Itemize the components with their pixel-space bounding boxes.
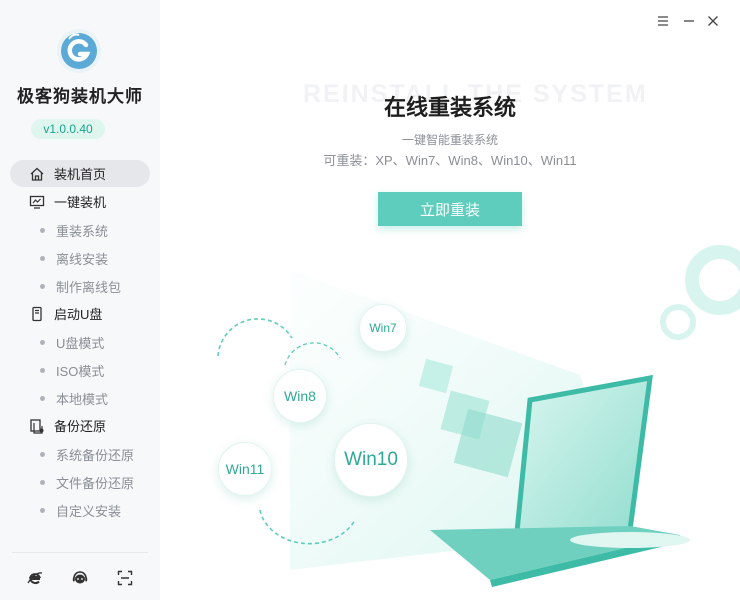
sidebar-item-label: 备份还原 [54,419,107,434]
browser-icon[interactable] [25,568,45,588]
sidebar-divider [12,552,148,553]
sidebar-item-backup-restore[interactable]: 备份还原 [10,412,150,439]
sidebar-subitem-reinstall-system[interactable]: 重装系统 [40,219,108,241]
os-bubble-win8: Win8 [273,369,327,423]
sidebar: 极客狗装机大师 v1.0.0.40 装机首页 一键装机 重装系统 离线安装 制作… [0,0,160,600]
sidebar-item-home[interactable]: 装机首页 [10,160,150,187]
sidebar-item-label: 一键装机 [54,195,107,210]
sidebar-subitem-offline-install[interactable]: 离线安装 [40,247,108,269]
page-title: 在线重装系统 [383,95,516,120]
minimize-icon[interactable] [682,14,696,28]
sidebar-subitem-system-backup[interactable]: 系统备份还原 [40,443,134,465]
sidebar-item-label: 装机首页 [54,167,107,182]
monitor-icon [28,193,46,211]
sidebar-subitem-custom-install[interactable]: 自定义安装 [40,499,121,521]
sidebar-subitem-local-mode[interactable]: 本地模式 [40,387,108,409]
chat-support-icon[interactable] [70,568,90,588]
app-logo-icon [57,29,101,73]
sidebar-item-one-click-install[interactable]: 一键装机 [10,188,150,215]
app-name: 极客狗装机大师 [17,87,143,106]
supported-systems-text: 可重装：XP、Win7、Win8、Win10、Win11 [323,153,577,168]
sidebar-item-boot-usb[interactable]: 启动U盘 [10,300,150,327]
usb-drive-icon [28,305,46,323]
scan-icon[interactable] [115,568,135,588]
sidebar-subitem-usb-mode[interactable]: U盘模式 [40,331,104,353]
os-bubble-win10: Win10 [334,423,408,497]
reinstall-now-button[interactable]: 立即重装 [378,192,522,226]
os-bubble-win7: Win7 [359,304,407,352]
home-icon [28,165,46,183]
backup-icon [28,417,46,435]
sidebar-subitem-file-backup[interactable]: 文件备份还原 [40,471,134,493]
laptop-illustration [217,245,740,587]
os-bubble-win11: Win11 [218,442,272,496]
close-icon[interactable] [706,14,720,28]
sidebar-subitem-make-offline-package[interactable]: 制作离线包 [40,275,121,297]
page-subtitle: 一键智能重装系统 [401,133,498,147]
version-badge: v1.0.0.40 [31,119,105,139]
hero-illustration: Win7 Win8 Win10 Win11 [160,230,740,600]
menu-icon[interactable] [656,14,670,28]
sidebar-item-label: 启动U盘 [54,307,103,322]
sidebar-subitem-iso-mode[interactable]: ISO模式 [40,359,104,381]
